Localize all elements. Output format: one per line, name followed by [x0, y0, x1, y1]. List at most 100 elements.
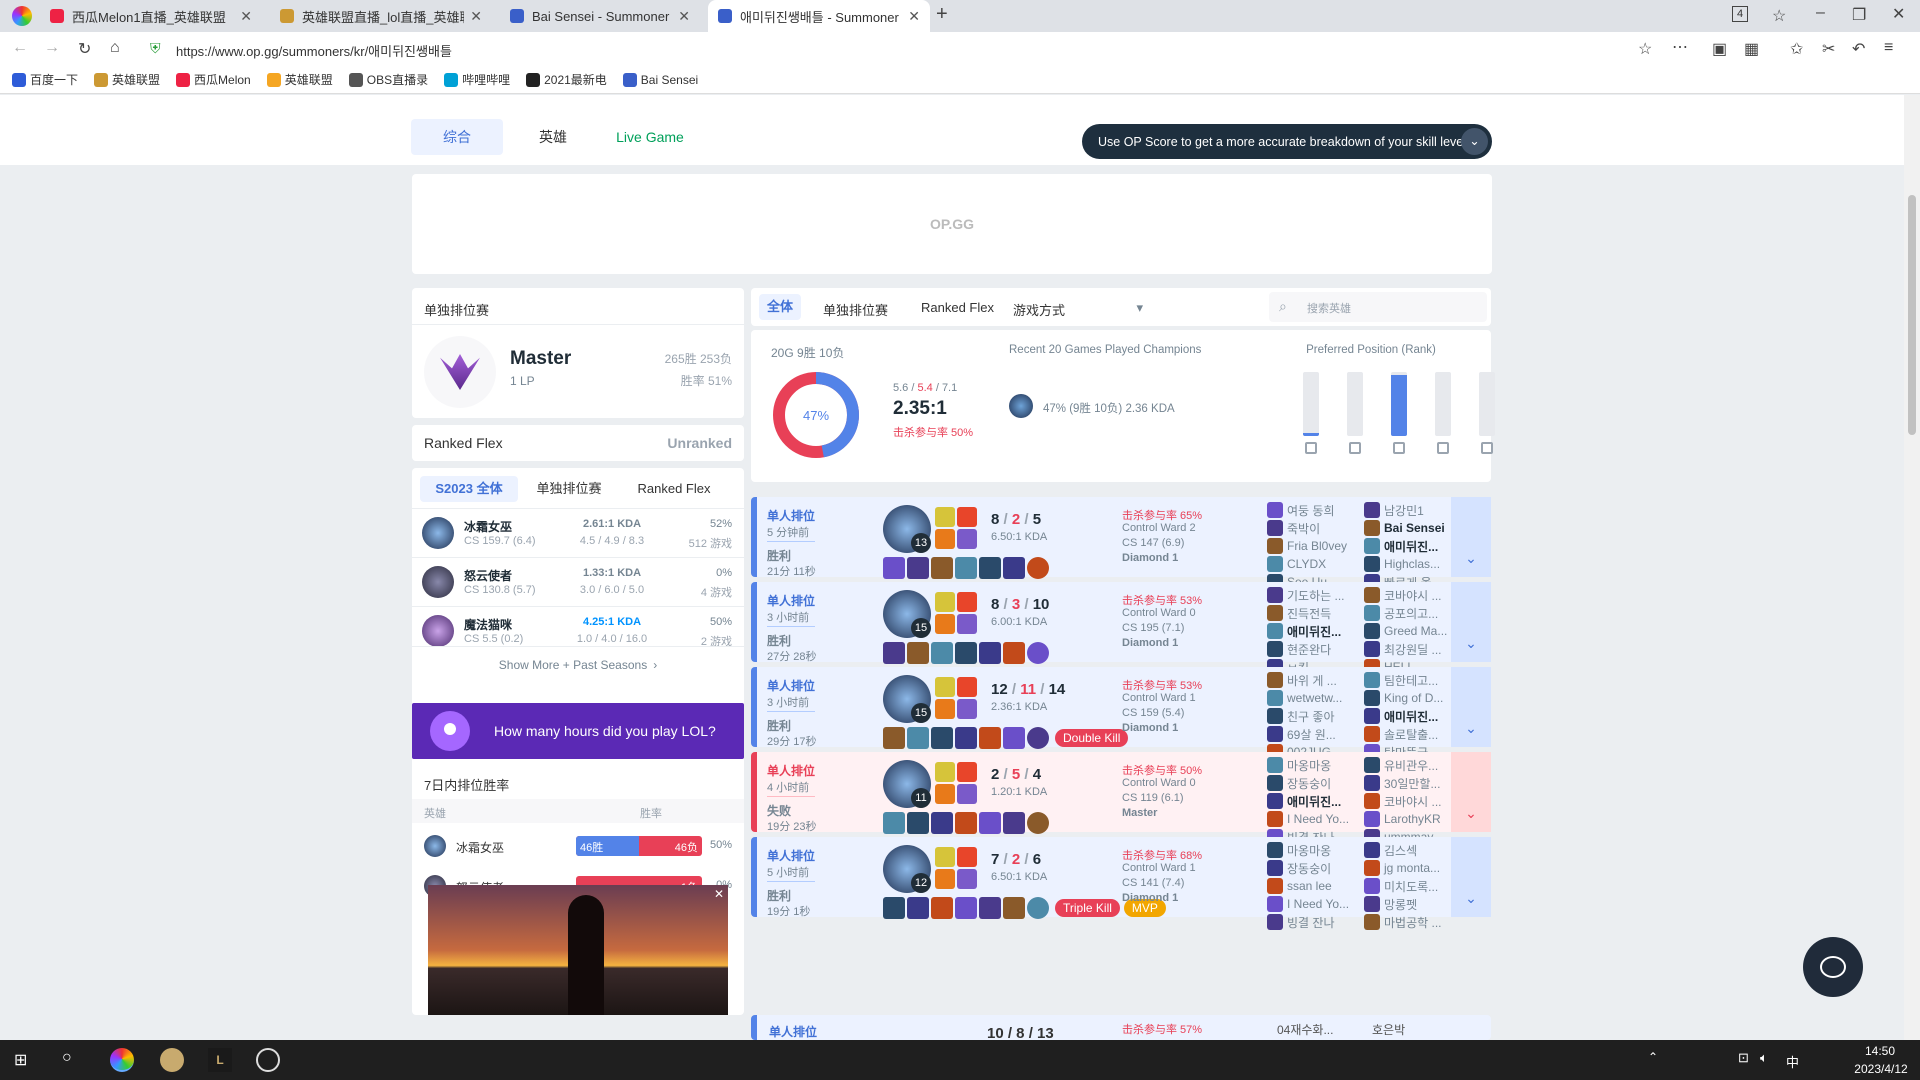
match-card[interactable]: 单人排位 5 小时前 胜利 19分 1秒 12 7 / 2 / 6 6.50:1 KDA Tr… — [751, 837, 1491, 930]
bookmark-item[interactable]: 哔哩哔哩 — [444, 71, 510, 88]
match-player[interactable]: 현준완다 — [1267, 640, 1359, 658]
match-card[interactable]: 单人排位 4 小时前 失败 19分 23秒 11 2 / 5 / 4 1.20:1 KDA 击… — [751, 752, 1491, 845]
windows-start-icon[interactable]: ⊞ — [14, 1050, 27, 1070]
scrollbar-thumb[interactable] — [1908, 195, 1916, 435]
filter-tab-all[interactable]: 全体 — [759, 294, 801, 320]
new-tab-button[interactable]: + — [936, 3, 948, 26]
show-more-button[interactable]: Show More + Past Seasons › — [412, 646, 744, 682]
match-player[interactable]: 미치도록... — [1364, 877, 1456, 895]
clock-date[interactable]: 2023/4/12 — [1846, 1062, 1916, 1076]
obs-icon[interactable] — [256, 1048, 280, 1072]
match-player[interactable]: Bai Sensei — [1364, 519, 1456, 537]
match-expand-icon[interactable]: ⌄ — [1451, 667, 1491, 747]
match-card[interactable]: 单人排位 3 小时前 胜利 27分 28秒 15 8 / 3 / 10 6.00:1 KDA… — [751, 582, 1491, 675]
restore-icon[interactable]: ❐ — [1852, 5, 1866, 25]
match-player[interactable]: 애미뒤진... — [1364, 537, 1456, 555]
url-field[interactable]: https://www.op.gg/summoners/kr/애미뒤진쌩배틀 — [176, 41, 452, 60]
cortana-icon[interactable]: ○ — [62, 1049, 72, 1067]
match-player[interactable]: LarothyKR — [1364, 810, 1456, 828]
filter-tab-flex[interactable]: Ranked Flex — [921, 300, 994, 315]
tab-close-icon[interactable]: ✕ — [678, 8, 690, 25]
match-player[interactable]: 진득전득 — [1267, 604, 1359, 622]
page-scrollbar[interactable] — [1904, 95, 1920, 1040]
more-dots-icon[interactable]: ⋯ — [1672, 37, 1688, 57]
match-player[interactable]: 여둥 동희 — [1267, 501, 1359, 519]
sidebar-icon[interactable]: ▣ — [1712, 39, 1727, 59]
match-player[interactable]: Fria Bl0vey — [1267, 537, 1359, 555]
home-icon[interactable]: ⌂ — [110, 39, 120, 57]
match-player[interactable]: 애미뒤진... — [1267, 622, 1359, 640]
match-player[interactable]: 마옹마옹 — [1267, 841, 1359, 859]
weekly-row[interactable]: 冰霜女巫 46胜 46负 50% — [412, 827, 744, 865]
ad-close-icon[interactable]: ✕ — [714, 887, 724, 901]
match-player[interactable]: 코바야시 ... — [1364, 792, 1456, 810]
match-player[interactable]: 팀한테고... — [1364, 671, 1456, 689]
filter-tab-solo[interactable]: 单独排位赛 — [823, 300, 888, 319]
tab-live-game[interactable]: Live Game — [605, 119, 695, 155]
volume-icon[interactable]: 🔈︎ — [1760, 1050, 1768, 1066]
match-player[interactable]: 코바야시 ... — [1364, 586, 1456, 604]
tab-overview[interactable]: 综合 — [411, 119, 503, 155]
bookmark-item[interactable]: 西瓜Melon — [176, 71, 251, 88]
ime-indicator[interactable]: 中 — [1786, 1052, 1799, 1071]
bookmark-item[interactable]: Bai Sensei — [622, 72, 698, 87]
league-icon[interactable]: L — [208, 1048, 232, 1072]
tab-close-icon[interactable]: ✕ — [470, 8, 482, 25]
match-player[interactable]: 빙결 잔나 — [1267, 913, 1359, 931]
window-count-badge[interactable]: 4 — [1732, 6, 1748, 22]
match-card-partial[interactable]: 单人排位 10 / 8 / 13 击杀参与率 57% 04재수화... 호은박 — [751, 1015, 1491, 1040]
match-player[interactable]: 기도하는 ... — [1267, 586, 1359, 604]
match-player[interactable]: 망롱펫 — [1364, 895, 1456, 913]
match-player[interactable]: 마옹마옹 — [1267, 756, 1359, 774]
match-card[interactable]: 单人排位 3 小时前 胜利 29分 17秒 15 12 / 11 / 14 2.36:1 K… — [751, 667, 1491, 760]
undo-icon[interactable]: ↶ — [1852, 39, 1865, 59]
match-player[interactable]: 애미뒤진... — [1364, 707, 1456, 725]
match-player[interactable]: 바위 게 ... — [1267, 671, 1359, 689]
season-champion-row[interactable]: 怒云使者 CS 130.8 (5.7) 1.33:1 KDA 3.0 / 6.0 / … — [412, 557, 744, 605]
match-player[interactable]: I Need Yo... — [1267, 895, 1359, 913]
match-card[interactable]: 单人排位 5 分钟前 胜利 21分 11秒 13 8 / 2 / 5 6.50:1 KDA 击… — [751, 497, 1491, 590]
browser-taskbar-icon[interactable] — [110, 1048, 134, 1072]
season-tab[interactable]: Ranked Flex — [618, 476, 730, 502]
reload-icon[interactable]: ↻ — [78, 39, 91, 59]
lol-client-icon[interactable] — [160, 1048, 184, 1072]
match-player[interactable]: 유비관우... — [1364, 756, 1456, 774]
minimize-icon[interactable]: – — [1816, 4, 1825, 22]
clock-time[interactable]: 14:50 — [1850, 1044, 1910, 1058]
match-expand-icon[interactable]: ⌄ — [1451, 752, 1491, 832]
match-player[interactable]: 30일만할... — [1364, 774, 1456, 792]
match-player[interactable]: jg monta... — [1364, 859, 1456, 877]
match-player[interactable]: 장동숭이 — [1267, 774, 1359, 792]
bookmark-item[interactable]: 英雄联盟 — [94, 71, 160, 88]
bookmark-star-icon[interactable]: ☆ — [1638, 39, 1652, 59]
season-champion-row[interactable]: 冰霜女巫 CS 159.7 (6.4) 2.61:1 KDA 4.5 / 4.9 / … — [412, 508, 744, 556]
match-player[interactable]: 남강민1 — [1364, 501, 1456, 519]
season-tab[interactable]: 单独排位赛 — [522, 476, 616, 502]
close-window-icon[interactable]: ✕ — [1892, 4, 1905, 24]
bookmark-item[interactable]: 2021最新电 — [526, 71, 607, 88]
match-player[interactable]: CLYDX — [1267, 555, 1359, 573]
match-player[interactable]: 애미뒤진... — [1267, 792, 1359, 810]
match-player[interactable]: King of D... — [1364, 689, 1456, 707]
match-player[interactable]: 마법공학 ... — [1364, 913, 1456, 931]
match-player[interactable]: 공포의고... — [1364, 604, 1456, 622]
browser-tab[interactable]: 英雄联盟直播_lol直播_英雄联 ✕ — [270, 0, 492, 32]
match-expand-icon[interactable]: ⌄ — [1451, 582, 1491, 662]
match-player[interactable]: I Need Yo... — [1267, 810, 1359, 828]
match-player[interactable]: 최강원딜 ... — [1364, 640, 1456, 658]
favorites-icon[interactable]: ☆ — [1772, 6, 1786, 26]
match-player[interactable]: ssan lee — [1267, 877, 1359, 895]
back-icon[interactable]: ← — [12, 39, 28, 57]
match-player[interactable]: 장동숭이 — [1267, 859, 1359, 877]
tab-close-icon[interactable]: ✕ — [240, 8, 252, 25]
match-player[interactable]: 69살 원... — [1267, 725, 1359, 743]
promo-banner[interactable]: How many hours did you play LOL? — [412, 703, 744, 759]
match-player[interactable]: 솔로탈출... — [1364, 725, 1456, 743]
cut-icon[interactable]: ✂ — [1822, 39, 1835, 59]
bookmark-item[interactable]: 百度一下 — [12, 71, 78, 88]
match-player[interactable]: 죽박이 — [1267, 519, 1359, 537]
match-player[interactable]: Greed Ma... — [1364, 622, 1456, 640]
match-player[interactable]: 김스섹 — [1364, 841, 1456, 859]
notice-toggle-icon[interactable]: ⌄ — [1461, 128, 1488, 155]
tab-close-icon[interactable]: ✕ — [908, 8, 920, 25]
